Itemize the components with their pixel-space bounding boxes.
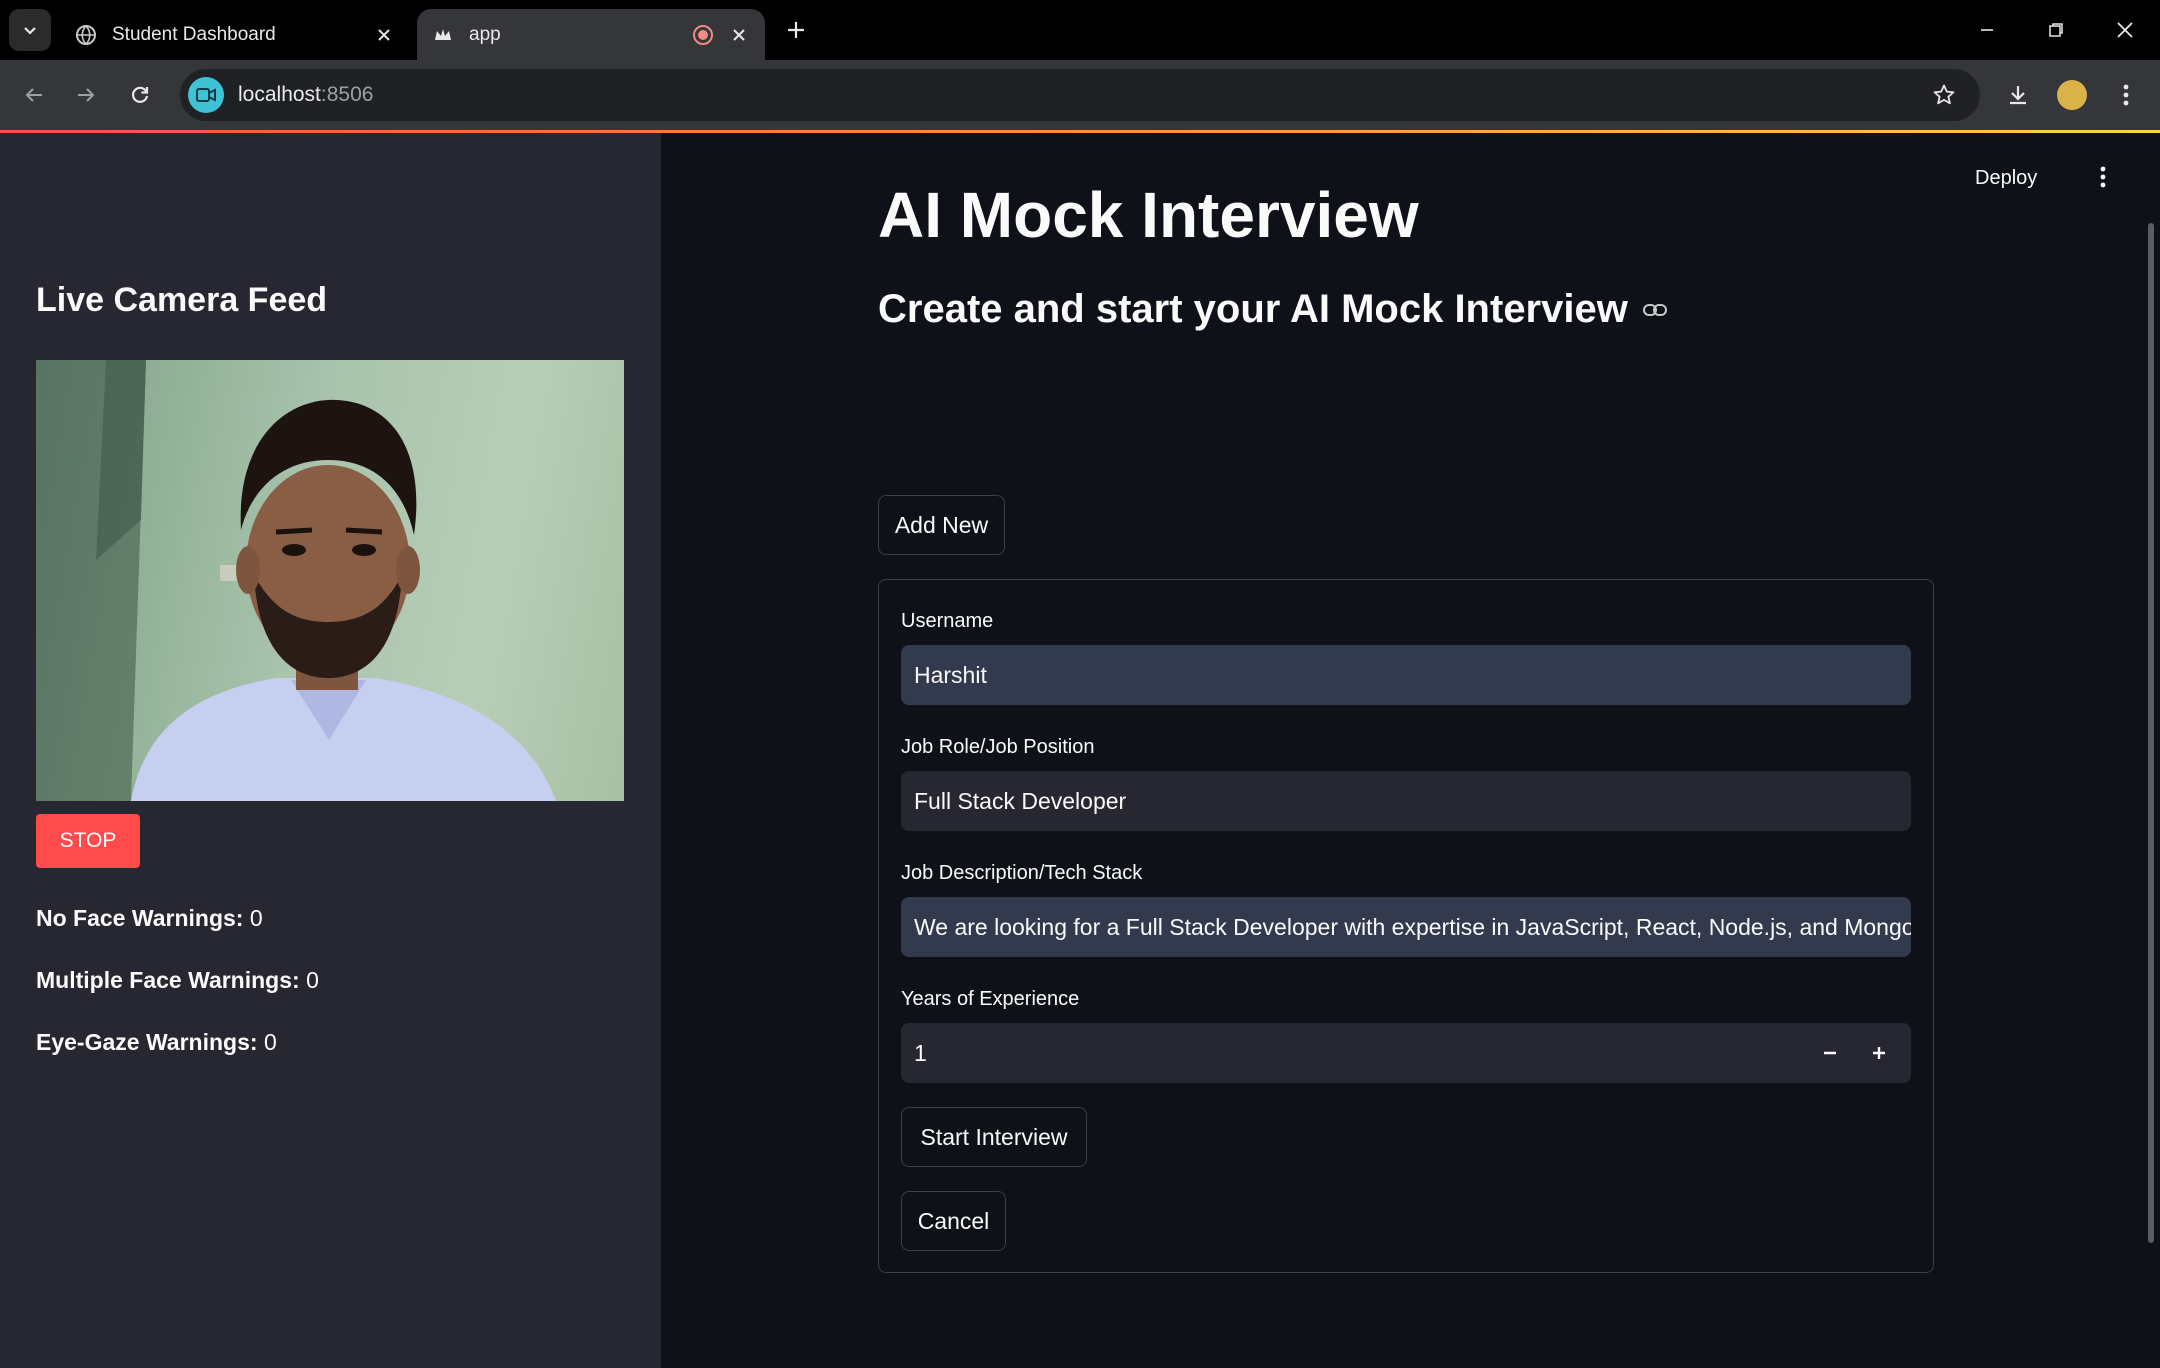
close-tab-icon[interactable] — [725, 21, 753, 49]
tab-title: app — [469, 23, 501, 45]
multiple-face-warnings: Multiple Face Warnings: 0 — [36, 967, 319, 994]
recording-indicator-icon — [691, 23, 715, 47]
webcam-frame-image — [36, 360, 556, 801]
new-tab-button[interactable] — [780, 14, 812, 46]
decrement-button[interactable] — [1814, 1037, 1846, 1069]
add-new-button[interactable]: Add New — [878, 495, 1005, 555]
start-interview-button[interactable]: Start Interview — [901, 1107, 1087, 1167]
warning-label: No Face Warnings: — [36, 905, 244, 931]
downloads-button[interactable] — [2000, 77, 2036, 113]
link-icon[interactable] — [1642, 302, 1668, 318]
minus-icon — [1824, 1051, 1836, 1055]
job-description-input[interactable]: We are looking for a Full Stack Develope… — [901, 897, 1911, 957]
download-icon — [2010, 86, 2026, 105]
reload-icon — [132, 86, 149, 103]
tab-title: Student Dashboard — [112, 23, 276, 45]
eye-gaze-warnings: Eye-Gaze Warnings: 0 — [36, 1029, 277, 1056]
experience-value: 1 — [914, 1039, 927, 1066]
interview-form: Username Harshit Job Role/Job Position F… — [878, 579, 1934, 1273]
stop-camera-button[interactable]: STOP — [36, 814, 140, 868]
kebab-menu-icon — [2123, 84, 2129, 106]
username-label: Username — [901, 610, 994, 632]
close-tab-icon[interactable] — [370, 21, 398, 49]
minimize-icon — [1981, 29, 1993, 31]
restore-icon — [2049, 23, 2063, 37]
chevron-down-icon — [24, 27, 36, 35]
job-role-label: Job Role/Job Position — [901, 736, 1095, 758]
arrow-right-icon — [78, 88, 95, 102]
plus-icon — [788, 22, 804, 38]
address-bar[interactable]: localhost :8506 — [180, 69, 1980, 121]
avatar — [2057, 80, 2087, 110]
tab-search-button[interactable] — [9, 9, 51, 51]
close-window-button[interactable] — [2105, 10, 2145, 50]
sidebar: Live Camera Feed STOP No Face Warnings: … — [0, 133, 661, 1368]
tab-app[interactable]: app — [417, 9, 765, 60]
back-button[interactable] — [16, 77, 52, 113]
username-value: Harshit — [914, 661, 987, 688]
tab-student-dashboard[interactable]: Student Dashboard — [60, 9, 410, 60]
warning-count: 0 — [306, 967, 319, 993]
app-menu-button[interactable] — [2091, 161, 2115, 193]
browser-toolbar: localhost :8506 — [0, 60, 2160, 130]
minimize-button[interactable] — [1967, 10, 2007, 50]
scrollbar[interactable] — [2148, 223, 2154, 1243]
job-description-value: We are looking for a Full Stack Develope… — [914, 913, 1911, 940]
plus-icon — [1873, 1047, 1885, 1059]
job-role-value: Full Stack Developer — [914, 787, 1127, 814]
job-role-input[interactable]: Full Stack Developer — [901, 771, 1911, 831]
arrow-left-icon — [25, 88, 42, 102]
experience-label: Years of Experience — [901, 988, 1080, 1010]
no-face-warnings: No Face Warnings: 0 — [36, 905, 263, 932]
globe-icon — [74, 23, 98, 47]
page-title: AI Mock Interview — [878, 179, 1419, 251]
experience-stepper[interactable]: 1 — [901, 1023, 1911, 1083]
warning-label: Eye-Gaze Warnings: — [36, 1029, 258, 1055]
increment-button[interactable] — [1863, 1037, 1895, 1069]
profile-button[interactable] — [2054, 77, 2090, 113]
browser-tab-strip: Student Dashboard app — [0, 0, 2160, 60]
close-icon — [2117, 22, 2133, 38]
section-heading-text: Create and start your AI Mock Interview — [878, 287, 1628, 331]
section-heading: Create and start your AI Mock Interview — [878, 287, 1668, 332]
site-info-icon[interactable] — [188, 77, 224, 113]
sidebar-title: Live Camera Feed — [36, 281, 328, 319]
cancel-button[interactable]: Cancel — [901, 1191, 1006, 1251]
reload-button[interactable] — [122, 77, 158, 113]
kebab-menu-icon — [2100, 166, 2106, 188]
camera-feed-video — [36, 360, 624, 801]
deploy-button[interactable]: Deploy — [1975, 167, 2037, 190]
url-host: localhost — [238, 83, 321, 106]
warning-count: 0 — [249, 905, 263, 931]
streamlit-crown-icon — [431, 23, 455, 47]
warning-count: 0 — [263, 1029, 277, 1055]
restore-button[interactable] — [2036, 10, 2076, 50]
username-input[interactable]: Harshit — [901, 645, 1911, 705]
warning-label: Multiple Face Warnings: — [36, 967, 300, 993]
browser-menu-button[interactable] — [2108, 77, 2144, 113]
job-description-label: Job Description/Tech Stack — [901, 862, 1143, 884]
forward-button[interactable] — [68, 77, 104, 113]
bookmark-star-icon[interactable] — [1928, 79, 1960, 111]
url-port: :8506 — [320, 83, 374, 106]
